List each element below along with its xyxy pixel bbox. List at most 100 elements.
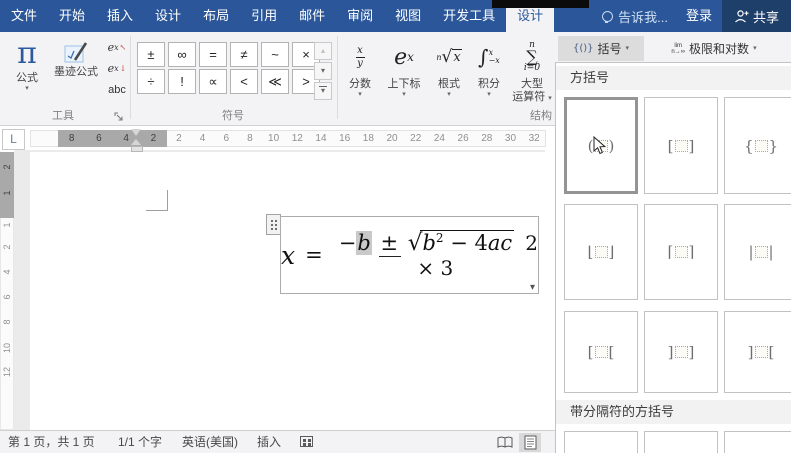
symbol-button[interactable]: ∝ [199,69,227,94]
tab-layout[interactable]: 布局 [192,0,240,32]
tab-design[interactable]: 设计 [144,0,192,32]
read-mode-button[interactable] [494,433,516,452]
word-count[interactable]: 1/1 个字 [118,431,162,453]
linear-button[interactable]: e x ↓ [102,59,132,78]
tab-view[interactable]: 视图 [384,0,432,32]
equation-dropdown-icon[interactable]: ▾ [530,282,535,293]
ruler-number: 32 [528,133,540,144]
sign-in-button[interactable]: 登录 [676,0,722,32]
fraction-label: 分数 [349,78,371,90]
placeholder-box [674,246,688,258]
symbol-button[interactable]: < [230,69,258,94]
chevron-down-icon: ▾ [447,91,451,98]
ruler-number: 8 [68,133,75,144]
tab-insert[interactable]: 插入 [96,0,144,32]
brackets-label: 括号 [597,42,622,56]
large-operator-label-1: 大型 [521,78,543,90]
gallery-up-icon[interactable]: ▴ [314,42,332,60]
vruler-text-segment: 1 2 4 6 8 10 12 [0,218,14,430]
equation-handle[interactable] [266,214,281,235]
document-page[interactable]: x = −b ± √b2 − 4ac 2 × 3 ▾ [30,152,545,430]
equation-numerator: −b ± √b2 − 4ac [338,230,515,257]
fraction-button[interactable]: xy 分数 ▾ [340,36,380,120]
ink-equation-icon [64,42,88,63]
macro-icon[interactable] [300,436,313,447]
tools-group-label: 工具 [52,110,74,122]
menu-bar: 文件 开始 插入 设计 布局 引用 邮件 审阅 视图 开发工具 设计 告诉我..… [0,0,791,32]
ink-equation-label: 墨迹公式 [54,66,98,78]
script-button[interactable]: ex 上下标 ▾ [380,36,428,120]
document-viewport: x = −b ± √b2 − 4ac 2 × 3 ▾ [14,150,545,430]
symbol-button[interactable]: ≠ [230,42,258,67]
tab-home[interactable]: 开始 [48,0,96,32]
normal-text-button[interactable]: abc [102,80,132,99]
hanging-indent-marker[interactable] [131,139,141,145]
symbol-button[interactable]: ÷ [137,69,165,94]
gallery-cell-floor[interactable]: ⌊ ⌋ [564,204,638,300]
ruler-number: 1 [2,190,12,196]
horizontal-ruler: 8642 2 4 6 8 10 12 14 16 18 20 22 24 26 28 30 32 [30,130,546,147]
print-layout-button[interactable] [519,433,541,452]
ruler-number: 28 [481,133,493,144]
gallery-cell-vertical-bars[interactable]: | | [724,204,791,300]
gallery-cell-ceiling[interactable]: ⌈ ⌉ [644,204,718,300]
group-separator [337,36,338,119]
symbol-button[interactable]: ∞ [168,42,196,67]
symbol-button[interactable]: = [199,42,227,67]
ink-equation-button[interactable]: 墨迹公式 [50,36,102,108]
gallery-cell-partial[interactable] [564,431,638,453]
ruler-number: 6 [96,133,102,144]
large-operator-icon: n ∑ i=0 [523,40,541,73]
symbol-button[interactable]: ~ [261,42,289,67]
left-indent-marker[interactable] [131,146,143,152]
ruler-margin-segment: 8642 [58,130,167,147]
symbol-button[interactable]: ! [168,69,196,94]
brackets-button[interactable]: {()} 括号 ▾ [558,36,644,61]
language-indicator[interactable]: 英语(美国) [182,431,238,453]
dialog-launcher-icon[interactable] [114,110,125,121]
gallery-more-icon[interactable]: ▾ [314,82,332,100]
tab-references[interactable]: 引用 [240,0,288,32]
share-button[interactable]: 共享 [721,0,791,32]
equation-button[interactable]: π 公式 ▾ [6,36,48,108]
ruler-number: 1 [2,222,12,228]
insert-mode-indicator[interactable]: 插入 [257,431,281,453]
symbols-gallery-scroll: ▴ ▾ ▾ [314,42,332,100]
conversion-buttons: e x ↖ e x ↓ abc [102,38,132,99]
ruler-number: 4 [2,269,12,275]
print-layout-icon [524,435,536,450]
gallery-cell-open-open[interactable]: [[ [564,311,638,393]
symbol-button[interactable]: ± [137,42,165,67]
gallery-cell-curly-braces[interactable]: {} [724,97,791,194]
tab-review[interactable]: 审阅 [336,0,384,32]
ruler-number: 12 [2,367,12,378]
gallery-down-icon[interactable]: ▾ [314,62,332,80]
gallery-cell-square-brackets[interactable]: [] [644,97,718,194]
symbol-button[interactable]: ≪ [261,69,289,94]
tab-file[interactable]: 文件 [0,0,48,32]
ruler-number: 4 [199,133,206,144]
first-line-indent-marker[interactable] [131,129,141,136]
gallery-cell-close-close[interactable]: ]] [644,311,718,393]
gallery-cell-reversed[interactable]: ][ [724,311,791,393]
gallery-section-brackets: 方括号 [556,66,791,90]
gallery-cell-partial[interactable] [644,431,718,453]
page-indicator[interactable]: 第 1 页，共 1 页 [8,431,95,453]
radical-icon: n √ x [436,47,462,67]
equation-object[interactable]: x = −b ± √b2 − 4ac 2 × 3 ▾ [280,216,539,294]
radical-button[interactable]: n √ x 根式 ▾ [428,36,470,120]
gallery-section-brackets-with-separators: 带分隔符的方括号 [556,400,791,424]
gallery-cell-parentheses[interactable]: () [564,97,638,194]
tab-mailings[interactable]: 邮件 [288,0,336,32]
gallery-cell-partial[interactable] [724,431,791,453]
tab-selector[interactable]: L [2,129,25,150]
limit-log-button[interactable]: lim n→∞ 极限和对数 ▾ [650,36,778,61]
ruler-number: 10 [2,343,12,354]
fraction-icon: xy [355,44,365,69]
read-mode-icon [497,436,513,448]
tell-me-button[interactable]: 告诉我... [594,0,676,32]
cursor-icon [593,136,607,155]
professional-button[interactable]: e x ↖ [102,38,132,57]
word-window: 文件 开始 插入 设计 布局 引用 邮件 审阅 视图 开发工具 设计 告诉我..… [0,0,791,453]
ruler-number: 2 [150,133,157,144]
